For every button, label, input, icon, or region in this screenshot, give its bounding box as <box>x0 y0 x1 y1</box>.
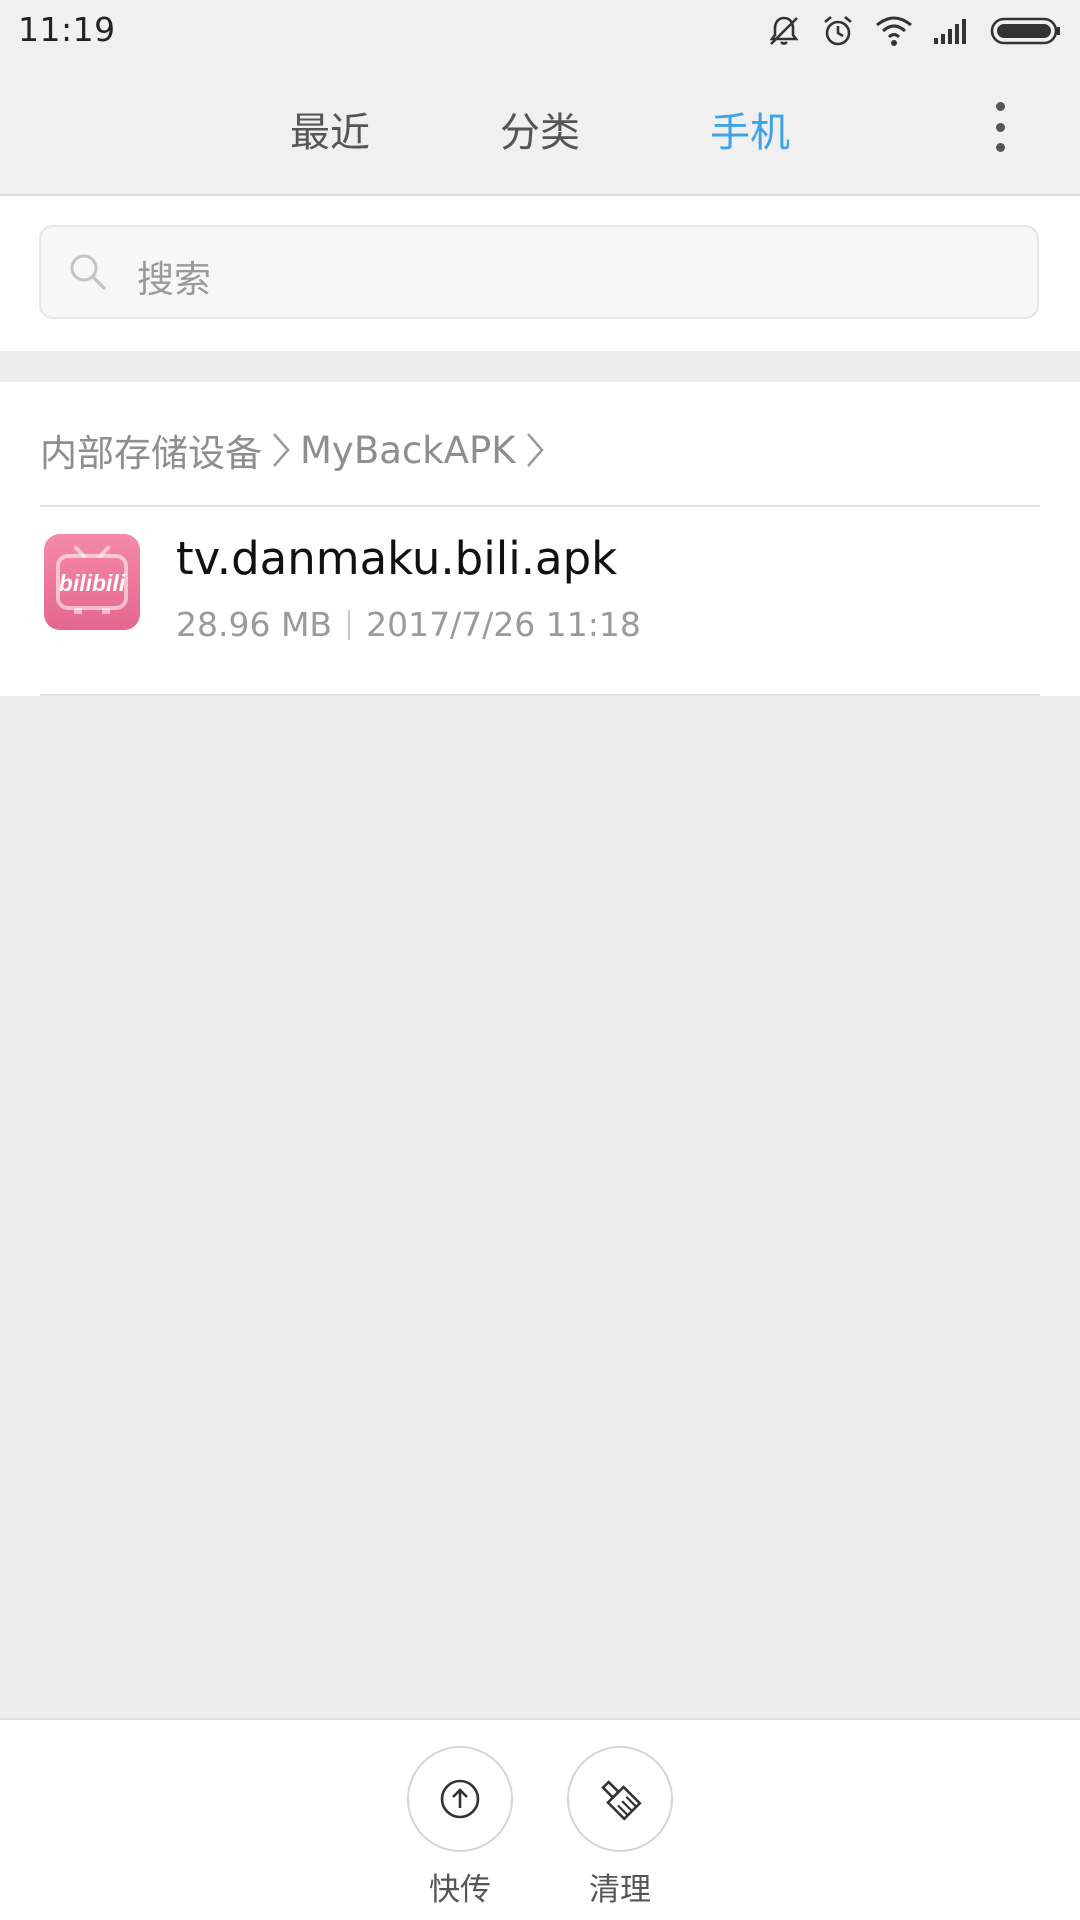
file-name: tv.danmaku.bili.apk <box>176 532 618 585</box>
breadcrumb-item-mybackapk[interactable]: MyBackAPK <box>300 429 516 472</box>
upload-icon <box>407 1746 513 1852</box>
quick-share-label: 快传 <box>429 1872 491 1908</box>
file-manager-screen: 11:19 最近 分类 手机 搜索 内部存储设备 MyBackAPK bilib… <box>0 0 1080 1920</box>
clean-label: 清理 <box>589 1872 651 1908</box>
meta-separator <box>348 609 351 640</box>
status-icons <box>766 12 1062 50</box>
tab-header: 最近 分类 手机 <box>0 62 1080 196</box>
file-size: 28.96 MB <box>176 605 333 644</box>
tab-phone[interactable]: 手机 <box>680 100 820 158</box>
status-time: 11:19 <box>18 10 116 49</box>
file-meta: 28.96 MB 2017/7/26 11:18 <box>176 605 641 644</box>
battery-icon <box>990 16 1062 46</box>
alarm-icon <box>820 13 856 49</box>
bilibili-app-icon: bilibili <box>44 534 140 630</box>
breadcrumb-item-internal-storage[interactable]: 内部存储设备 <box>40 423 262 477</box>
mute-notification-icon <box>766 13 802 49</box>
wifi-icon <box>874 14 914 48</box>
tab-recent[interactable]: 最近 <box>260 100 400 158</box>
file-date: 2017/7/26 11:18 <box>366 605 641 644</box>
search-placeholder: 搜索 <box>137 258 211 301</box>
divider <box>40 694 1040 696</box>
search-icon <box>67 251 109 297</box>
search-section: 搜索 <box>0 196 1080 351</box>
divider <box>40 505 1040 507</box>
quick-share-button[interactable]: 快传 <box>407 1746 513 1909</box>
file-row[interactable]: bilibili tv.danmaku.bili.apk 28.96 MB 20… <box>0 508 1080 696</box>
tab-category[interactable]: 分类 <box>470 100 610 158</box>
status-bar: 11:19 <box>0 0 1080 62</box>
chevron-right-icon <box>524 430 546 470</box>
bottom-action-bar: 快传 清理 <box>0 1718 1080 1920</box>
svg-text:bilibili: bilibili <box>59 570 126 596</box>
clean-button[interactable]: 清理 <box>567 1746 673 1909</box>
search-input[interactable]: 搜索 <box>39 225 1039 319</box>
more-vertical-icon[interactable] <box>980 102 1020 152</box>
file-list-section: 内部存储设备 MyBackAPK bilibili tv.danmaku.bil… <box>0 382 1080 696</box>
signal-icon <box>932 16 972 46</box>
chevron-right-icon <box>270 430 292 470</box>
breadcrumb: 内部存储设备 MyBackAPK <box>40 420 554 480</box>
broom-icon <box>567 1746 673 1852</box>
